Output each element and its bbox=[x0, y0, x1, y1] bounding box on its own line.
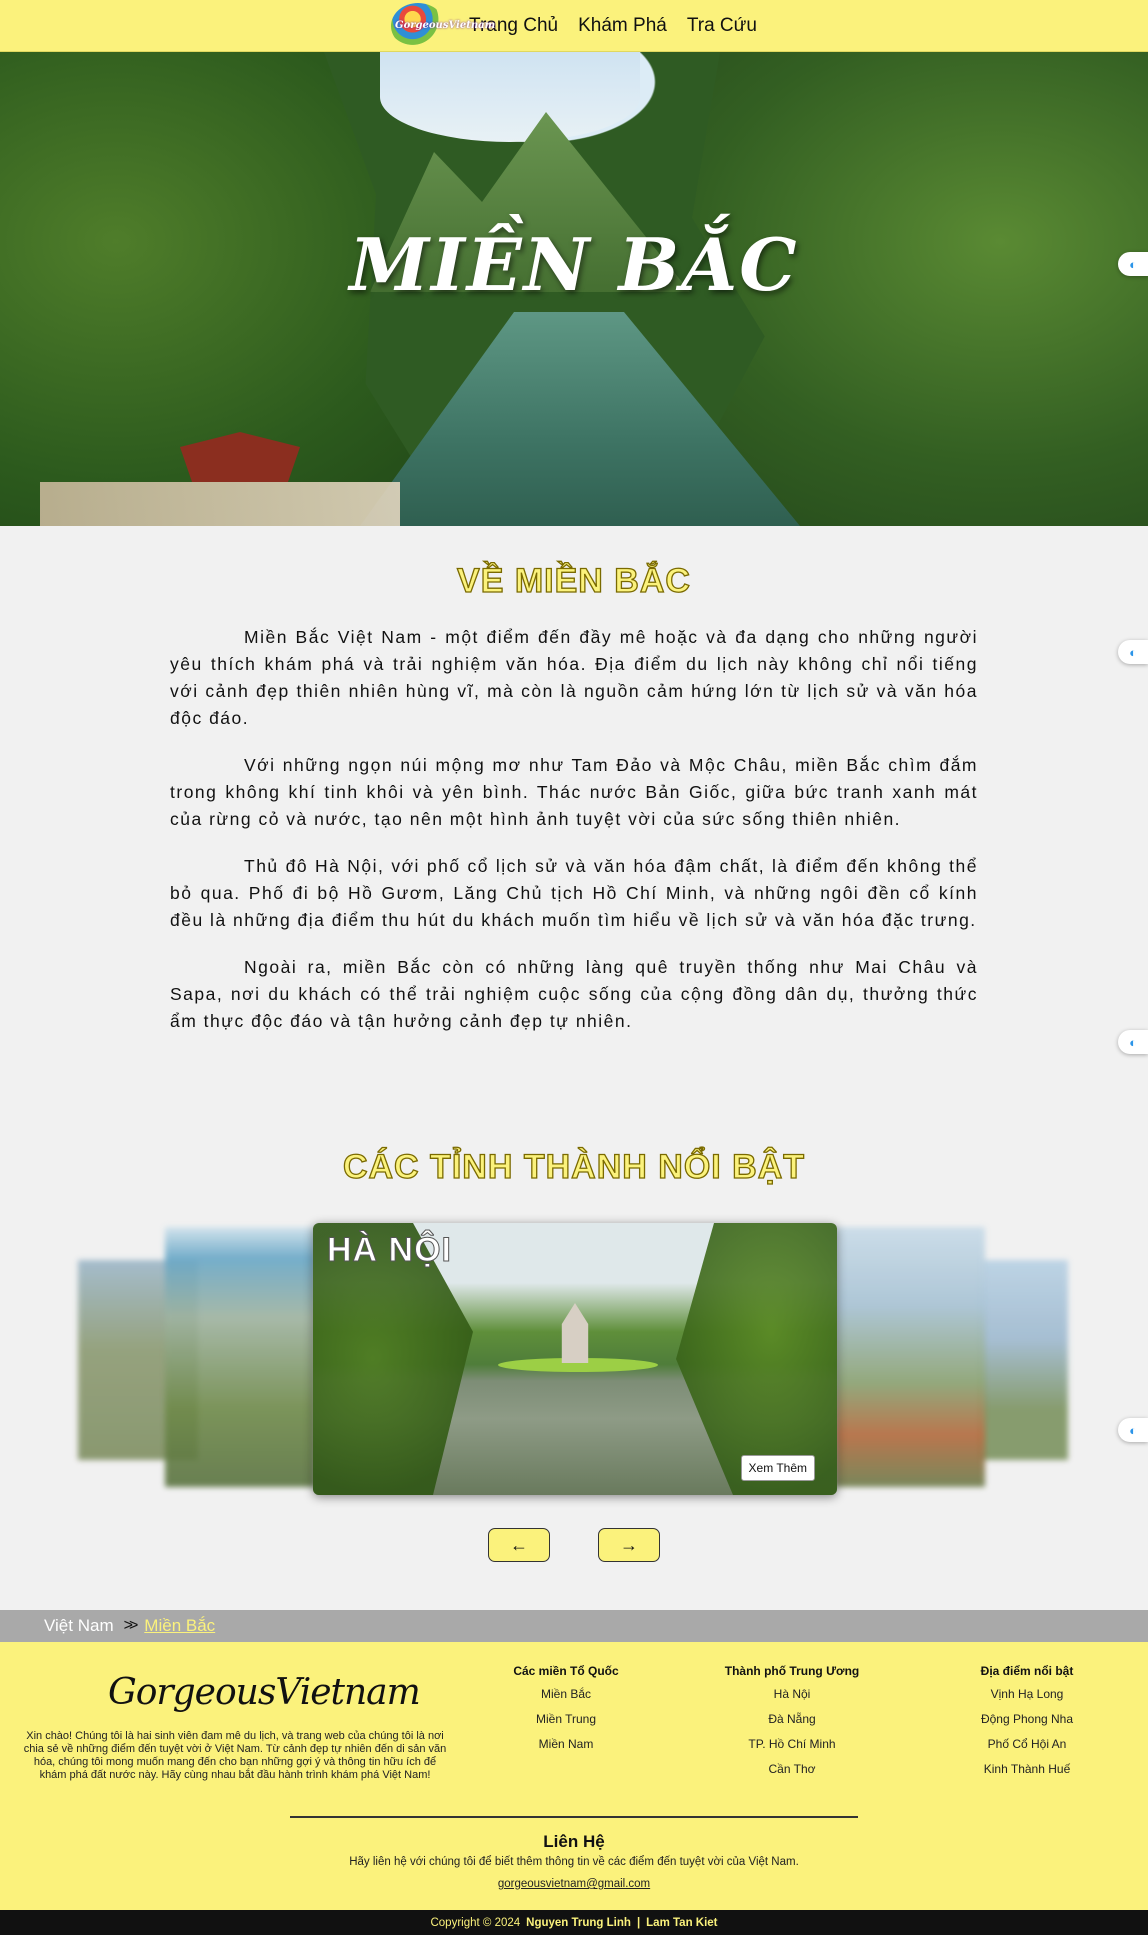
footer-column-title: Các miền Tổ Quốc bbox=[513, 1664, 619, 1678]
footer-link[interactable]: TP. Hồ Chí Minh bbox=[712, 1737, 872, 1751]
floating-widget-icon[interactable]: ◐ bbox=[1118, 252, 1148, 276]
card-turtle-tower bbox=[561, 1303, 589, 1363]
floating-widget-icon[interactable]: ◐ bbox=[1118, 1030, 1148, 1054]
nav-link-lookup[interactable]: Tra Cứu bbox=[687, 15, 757, 37]
about-text: Miền Bắc Việt Nam - một điểm đến đầy mê … bbox=[170, 624, 978, 1055]
breadcrumb-root[interactable]: Việt Nam bbox=[44, 1616, 114, 1636]
footer-column-cities: Thành phố Trung Ương Hà Nội Đà Nẵng TP. … bbox=[712, 1664, 872, 1787]
arrow-left-icon: ← bbox=[510, 1534, 528, 1555]
arrow-right-icon: → bbox=[620, 1534, 638, 1555]
carousel-prev-button[interactable]: ← bbox=[488, 1528, 550, 1562]
copyright-author: Lam Tan Kiet bbox=[646, 1916, 718, 1929]
copyright-prefix: Copyright © 2024 bbox=[430, 1916, 521, 1929]
hero-banner: MIỀN BẮC bbox=[0, 52, 1148, 526]
about-paragraph: Với những ngọn núi mộng mơ như Tam Đảo v… bbox=[170, 755, 978, 829]
copyright-bar: Copyright © 2024 Nguyen Trung Linh | Lam… bbox=[0, 1910, 1148, 1935]
floating-widget-icon[interactable]: ◐ bbox=[1118, 640, 1148, 664]
footer-link[interactable]: Cần Thơ bbox=[712, 1762, 872, 1776]
top-navbar: GorgeousVietnam Trang Chủ Khám Phá Tra C… bbox=[0, 0, 1148, 52]
about-title: VỀ MIỀN BẮC bbox=[456, 561, 691, 600]
carousel-card-far-right[interactable] bbox=[980, 1260, 1068, 1460]
footer-column-regions: Các miền Tổ Quốc Miền Bắc Miền Trung Miề… bbox=[498, 1664, 634, 1762]
carousel-card-right[interactable] bbox=[835, 1227, 985, 1487]
footer-divider bbox=[290, 1816, 858, 1818]
footer-link[interactable]: Đà Nẵng bbox=[712, 1712, 872, 1726]
footer-link[interactable]: Động Phong Nha bbox=[962, 1712, 1092, 1726]
provinces-title: CÁC TỈNH THÀNH NỔI BẬT bbox=[342, 1147, 806, 1186]
site-logo[interactable]: GorgeousVietnam bbox=[391, 2, 495, 49]
carousel-next-button[interactable]: → bbox=[598, 1528, 660, 1562]
double-chevron-icon: >> bbox=[123, 1617, 139, 1634]
about-paragraph: Miền Bắc Việt Nam - một điểm đến đầy mê … bbox=[170, 627, 978, 728]
about-paragraph: Thủ đô Hà Nội, với phố cổ lịch sử và văn… bbox=[170, 856, 978, 930]
footer-column-highlights: Địa điểm nổi bật Vịnh Hạ Long Động Phong… bbox=[962, 1664, 1092, 1787]
footer-link[interactable]: Phố Cổ Hội An bbox=[962, 1737, 1092, 1751]
footer: GorgeousVietnam Xin chào! Chúng tôi là h… bbox=[0, 1642, 1148, 1910]
footer-intro: Xin chào! Chúng tôi là hai sinh viên đam… bbox=[23, 1730, 447, 1781]
province-carousel: HÀ NỘI Xem Thêm bbox=[0, 1215, 1148, 1515]
see-more-button[interactable]: Xem Thêm bbox=[740, 1455, 815, 1481]
hero-title: MIỀN BẮC bbox=[349, 222, 799, 307]
footer-link[interactable]: Hà Nội bbox=[712, 1687, 872, 1701]
about-paragraph: Ngoài ra, miền Bắc còn có những làng quê… bbox=[170, 957, 978, 1031]
footer-link[interactable]: Miền Nam bbox=[498, 1737, 634, 1751]
copyright-divider: | bbox=[636, 1916, 641, 1929]
nav-link-explore[interactable]: Khám Phá bbox=[578, 15, 667, 37]
card-title: HÀ NỘI bbox=[327, 1231, 452, 1270]
hero-shore bbox=[40, 482, 400, 526]
copyright-author: Nguyen Trung Linh bbox=[526, 1916, 631, 1929]
footer-link[interactable]: Kinh Thành Huế bbox=[962, 1762, 1092, 1776]
carousel-card-active[interactable]: HÀ NỘI Xem Thêm bbox=[313, 1223, 837, 1495]
contact-title: Liên Hệ bbox=[543, 1832, 605, 1851]
breadcrumb-current[interactable]: Miền Bắc bbox=[144, 1616, 215, 1636]
breadcrumb: Việt Nam >> Miền Bắc bbox=[0, 1610, 1148, 1642]
footer-column-title: Thành phố Trung Ương bbox=[724, 1664, 860, 1678]
contact-email-link[interactable]: gorgeousvietnam@gmail.com bbox=[0, 1878, 1148, 1890]
footer-link[interactable]: Vịnh Hạ Long bbox=[962, 1687, 1092, 1701]
footer-brand: GorgeousVietnam bbox=[108, 1672, 421, 1713]
footer-link[interactable]: Miền Bắc bbox=[498, 1687, 634, 1701]
contact-description: Hãy liên hệ với chúng tôi để biết thêm t… bbox=[349, 1856, 799, 1868]
footer-link[interactable]: Miền Trung bbox=[498, 1712, 634, 1726]
footer-column-title: Địa điểm nổi bật bbox=[980, 1664, 1074, 1678]
carousel-card-left[interactable] bbox=[165, 1227, 315, 1487]
hero-sky bbox=[380, 52, 640, 142]
